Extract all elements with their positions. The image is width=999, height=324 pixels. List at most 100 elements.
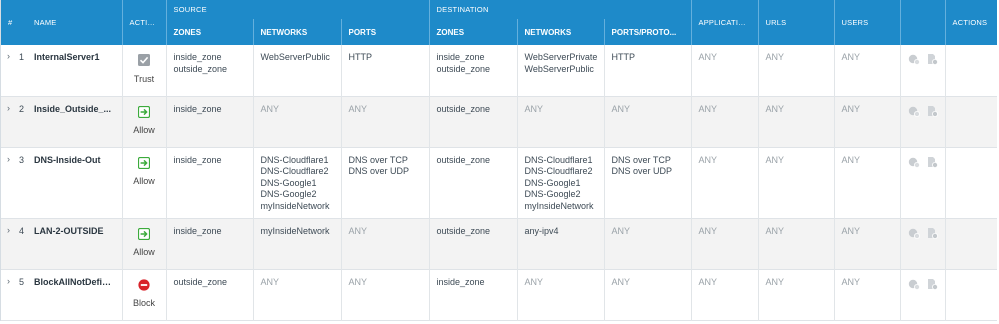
col-header-applications[interactable]: APPLICATIONS [690,0,759,45]
source-networks-cell[interactable]: DNS-Cloudflare1 DNS-Cloudflare2 DNS-Google… [252,147,341,218]
urls-cell[interactable]: ANY [757,218,835,269]
rule-action-cell[interactable]: Allow [121,147,166,218]
applications-cell[interactable]: ANY [690,218,759,269]
applications-cell[interactable]: ANY [690,45,759,96]
col-header-dst-networks[interactable]: NETWORKS [516,19,605,45]
urls-cell[interactable]: ANY [757,147,835,218]
destination-networks-cell[interactable]: WebServerPrivate WebServerPublic [516,45,605,96]
source-ports-cell[interactable]: ANY [340,218,430,269]
rule-action-label: Block [132,298,155,308]
destination-zones-cell[interactable]: outside_zone [428,147,518,218]
users-cell[interactable]: ANY [833,147,901,218]
intrusion-policy-icon[interactable] [908,53,920,69]
file-policy-icon[interactable] [926,278,939,294]
urls-cell[interactable]: ANY [757,96,835,147]
expand-chevron-icon[interactable]: › [7,103,10,115]
users-cell[interactable]: ANY [833,218,901,269]
destination-networks-cell[interactable]: DNS-Cloudflare1 DNS-Cloudflare2 DNS-Google… [516,147,605,218]
table-row[interactable]: › 4 LAN-2-OUTSIDE Allow inside_zone myIn… [1,218,998,269]
intrusion-policy-icon[interactable] [908,105,920,121]
source-ports-cell[interactable]: ANY [340,269,430,320]
col-header-src-networks[interactable]: NETWORKS [252,19,341,45]
col-header-dst-ports[interactable]: PORTS/PROTO... [603,19,692,45]
rule-options-cell [899,45,946,96]
col-header-urls[interactable]: URLS [757,0,835,45]
destination-ports-cell[interactable]: ANY [603,218,692,269]
destination-networks-cell[interactable]: ANY [516,96,605,147]
destination-zones-cell[interactable]: inside_zone outside_zone [428,45,518,96]
row-actions-cell[interactable] [944,45,998,96]
applications-cell[interactable]: ANY [690,96,759,147]
destination-ports-cell[interactable]: ANY [603,269,692,320]
rule-number: 4 [19,225,25,236]
rule-action-cell[interactable]: Trust [121,45,166,96]
expand-chevron-icon[interactable]: › [7,225,10,237]
rule-name[interactable]: BlockAllNotDefin... [27,269,122,320]
intrusion-policy-icon[interactable] [908,156,920,172]
source-networks-cell[interactable]: WebServerPublic [252,45,341,96]
destination-ports-cell[interactable]: ANY [603,96,692,147]
destination-networks-cell[interactable]: ANY [516,269,605,320]
intrusion-policy-icon[interactable] [908,227,920,243]
source-zones-cell[interactable]: inside_zone outside_zone [165,45,253,96]
source-ports-cell[interactable]: ANY [340,96,430,147]
expand-chevron-icon[interactable]: › [7,51,10,63]
source-networks-cell[interactable]: myInsideNetwork [252,218,341,269]
table-row[interactable]: › 5 BlockAllNotDefin... Block outside_zo… [1,269,998,320]
col-header-src-ports[interactable]: PORTS [340,19,430,45]
users-cell[interactable]: ANY [833,45,901,96]
rule-action-cell[interactable]: Block [121,269,166,320]
rule-number: 5 [19,276,25,287]
access-rules-table-container: # NAME ACTION SOURCE DESTINATION APPLICA… [0,0,998,321]
col-header-action[interactable]: ACTION [121,0,166,45]
row-actions-cell[interactable] [944,218,998,269]
users-cell[interactable]: ANY [833,269,901,320]
destination-networks-cell[interactable]: any-ipv4 [516,218,605,269]
col-header-src-zones[interactable]: ZONES [165,19,253,45]
source-zones-cell[interactable]: inside_zone [165,147,253,218]
file-policy-icon[interactable] [926,227,939,243]
col-header-users[interactable]: USERS [833,0,901,45]
destination-zones-cell[interactable]: outside_zone [428,218,518,269]
destination-ports-cell[interactable]: DNS over TCP DNS over UDP [603,147,692,218]
source-networks-cell[interactable]: ANY [252,96,341,147]
table-row[interactable]: › 3 DNS-Inside-Out Allow inside_zone DNS… [1,147,998,218]
file-policy-icon[interactable] [926,156,939,172]
source-ports-cell[interactable]: DNS over TCP DNS over UDP [340,147,430,218]
allow-arrow-icon [137,227,151,240]
urls-cell[interactable]: ANY [757,269,835,320]
source-networks-cell[interactable]: ANY [252,269,341,320]
table-row[interactable]: › 1 InternalServer1 Trust inside_zone out… [1,45,998,96]
col-header-actions: ACTIONS [944,0,998,45]
rule-action-cell[interactable]: Allow [121,96,166,147]
intrusion-policy-icon[interactable] [908,278,920,294]
users-cell[interactable]: ANY [833,96,901,147]
col-group-destination: DESTINATION [428,0,692,19]
applications-cell[interactable]: ANY [690,269,759,320]
rule-options-cell [899,147,946,218]
destination-ports-cell[interactable]: HTTP [603,45,692,96]
destination-zones-cell[interactable]: outside_zone [428,96,518,147]
source-zones-cell[interactable]: inside_zone [165,96,253,147]
rule-name[interactable]: InternalServer1 [27,45,122,96]
col-header-dst-zones[interactable]: ZONES [428,19,518,45]
rule-name[interactable]: DNS-Inside-Out [27,147,122,218]
source-zones-cell[interactable]: inside_zone [165,218,253,269]
destination-zones-cell[interactable]: inside_zone [428,269,518,320]
rule-name[interactable]: Inside_Outside_... [27,96,122,147]
rule-action-cell[interactable]: Allow [121,218,166,269]
source-zones-cell[interactable]: outside_zone [165,269,253,320]
file-policy-icon[interactable] [926,53,939,69]
col-header-name[interactable]: NAME [27,0,122,45]
expand-chevron-icon[interactable]: › [7,154,10,166]
urls-cell[interactable]: ANY [757,45,835,96]
row-actions-cell[interactable] [944,96,998,147]
file-policy-icon[interactable] [926,105,939,121]
row-actions-cell[interactable] [944,147,998,218]
table-row[interactable]: › 2 Inside_Outside_... Allow inside_zone… [1,96,998,147]
source-ports-cell[interactable]: HTTP [340,45,430,96]
rule-name[interactable]: LAN-2-OUTSIDE [27,218,122,269]
applications-cell[interactable]: ANY [690,147,759,218]
expand-chevron-icon[interactable]: › [7,276,10,288]
row-actions-cell[interactable] [944,269,998,320]
